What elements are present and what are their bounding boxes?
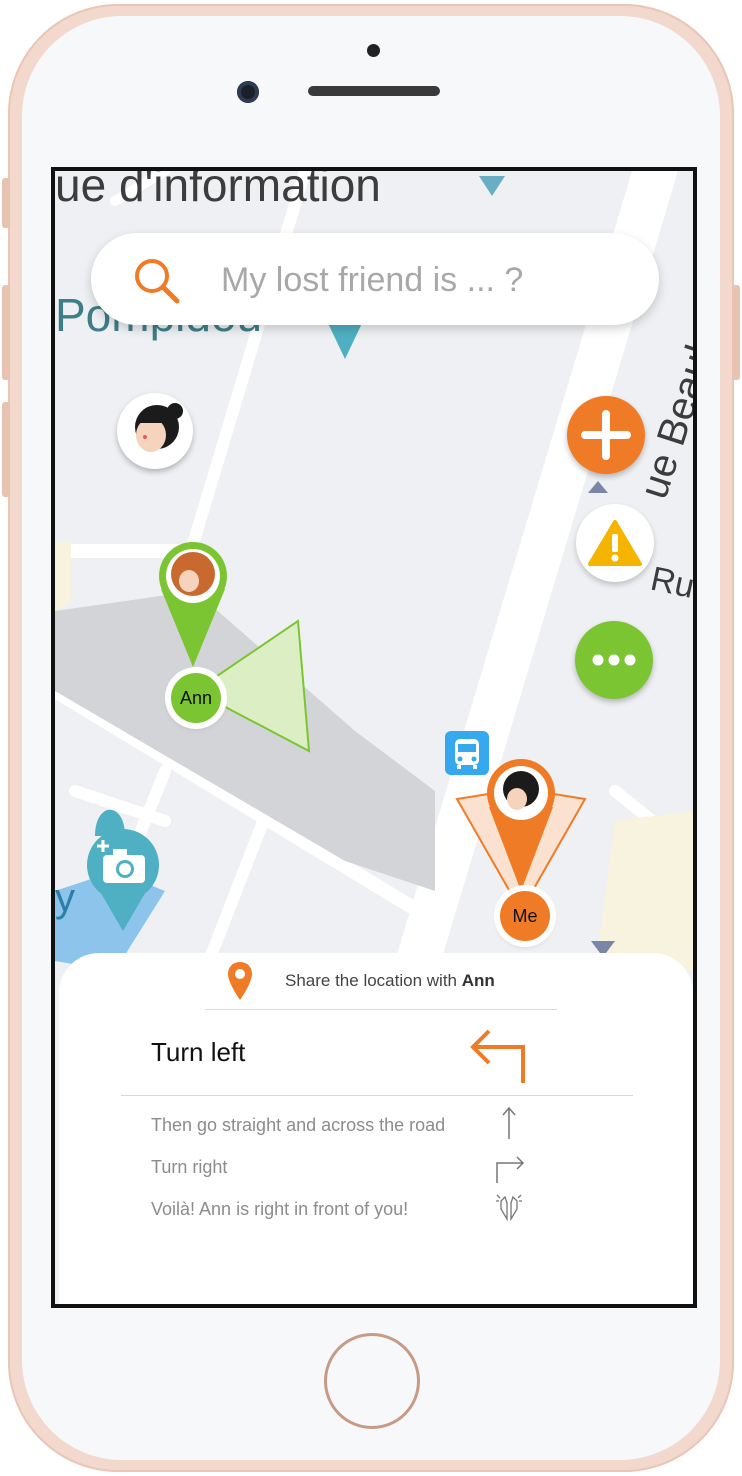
report-warning-button[interactable] <box>576 504 654 582</box>
proximity-sensor <box>367 44 380 57</box>
location-pin-icon <box>228 962 252 1000</box>
me-marker-label[interactable]: Me <box>500 891 550 941</box>
map-street-label: ue d'information <box>55 171 381 211</box>
bus-stop-icon[interactable] <box>445 731 489 775</box>
next-step-1: Then go straight and across the road <box>151 1115 446 1135</box>
search-bar[interactable] <box>91 233 659 325</box>
share-location-text[interactable]: Share the location with Ann <box>285 971 495 991</box>
volume-up-button <box>2 285 10 380</box>
current-step-label: Turn left <box>151 1037 246 1067</box>
map-edge-label: y <box>55 876 75 920</box>
volume-down-button <box>2 402 10 497</box>
chat-button[interactable] <box>575 621 653 699</box>
avatar <box>135 403 183 452</box>
share-location-row[interactable]: Share the location with Ann <box>205 953 557 1010</box>
front-camera <box>237 81 259 103</box>
mute-switch <box>2 178 10 228</box>
add-button[interactable] <box>567 396 645 474</box>
chat-bubble-icon <box>592 625 639 666</box>
search-icon[interactable] <box>131 255 183 307</box>
earpiece-speaker <box>308 86 440 96</box>
current-step: Turn left <box>121 1009 633 1096</box>
app-screen: ue d'information Pompidou ue Beaub Ru y <box>51 167 697 1308</box>
search-input[interactable] <box>219 255 623 305</box>
turn-right-icon <box>496 1156 525 1183</box>
share-friend-name: Ann <box>461 971 495 990</box>
share-prefix: Share the location with <box>285 971 462 990</box>
directions-sheet: Share the location with Ann Turn left Th… <box>59 953 693 1304</box>
next-step-3: Voilà! Ann is right in front of you! <box>151 1199 409 1219</box>
ann-marker-label[interactable]: Ann <box>171 673 221 723</box>
home-button[interactable] <box>324 1333 420 1429</box>
my-avatar-button[interactable] <box>117 393 193 469</box>
warning-icon <box>588 520 642 566</box>
turn-left-arrow-icon <box>470 1029 525 1083</box>
next-step-2: Turn right <box>151 1157 228 1177</box>
arrow-up-icon <box>502 1106 516 1139</box>
power-button <box>732 285 740 380</box>
plus-icon <box>581 410 631 460</box>
praise-hands-icon <box>496 1194 522 1222</box>
